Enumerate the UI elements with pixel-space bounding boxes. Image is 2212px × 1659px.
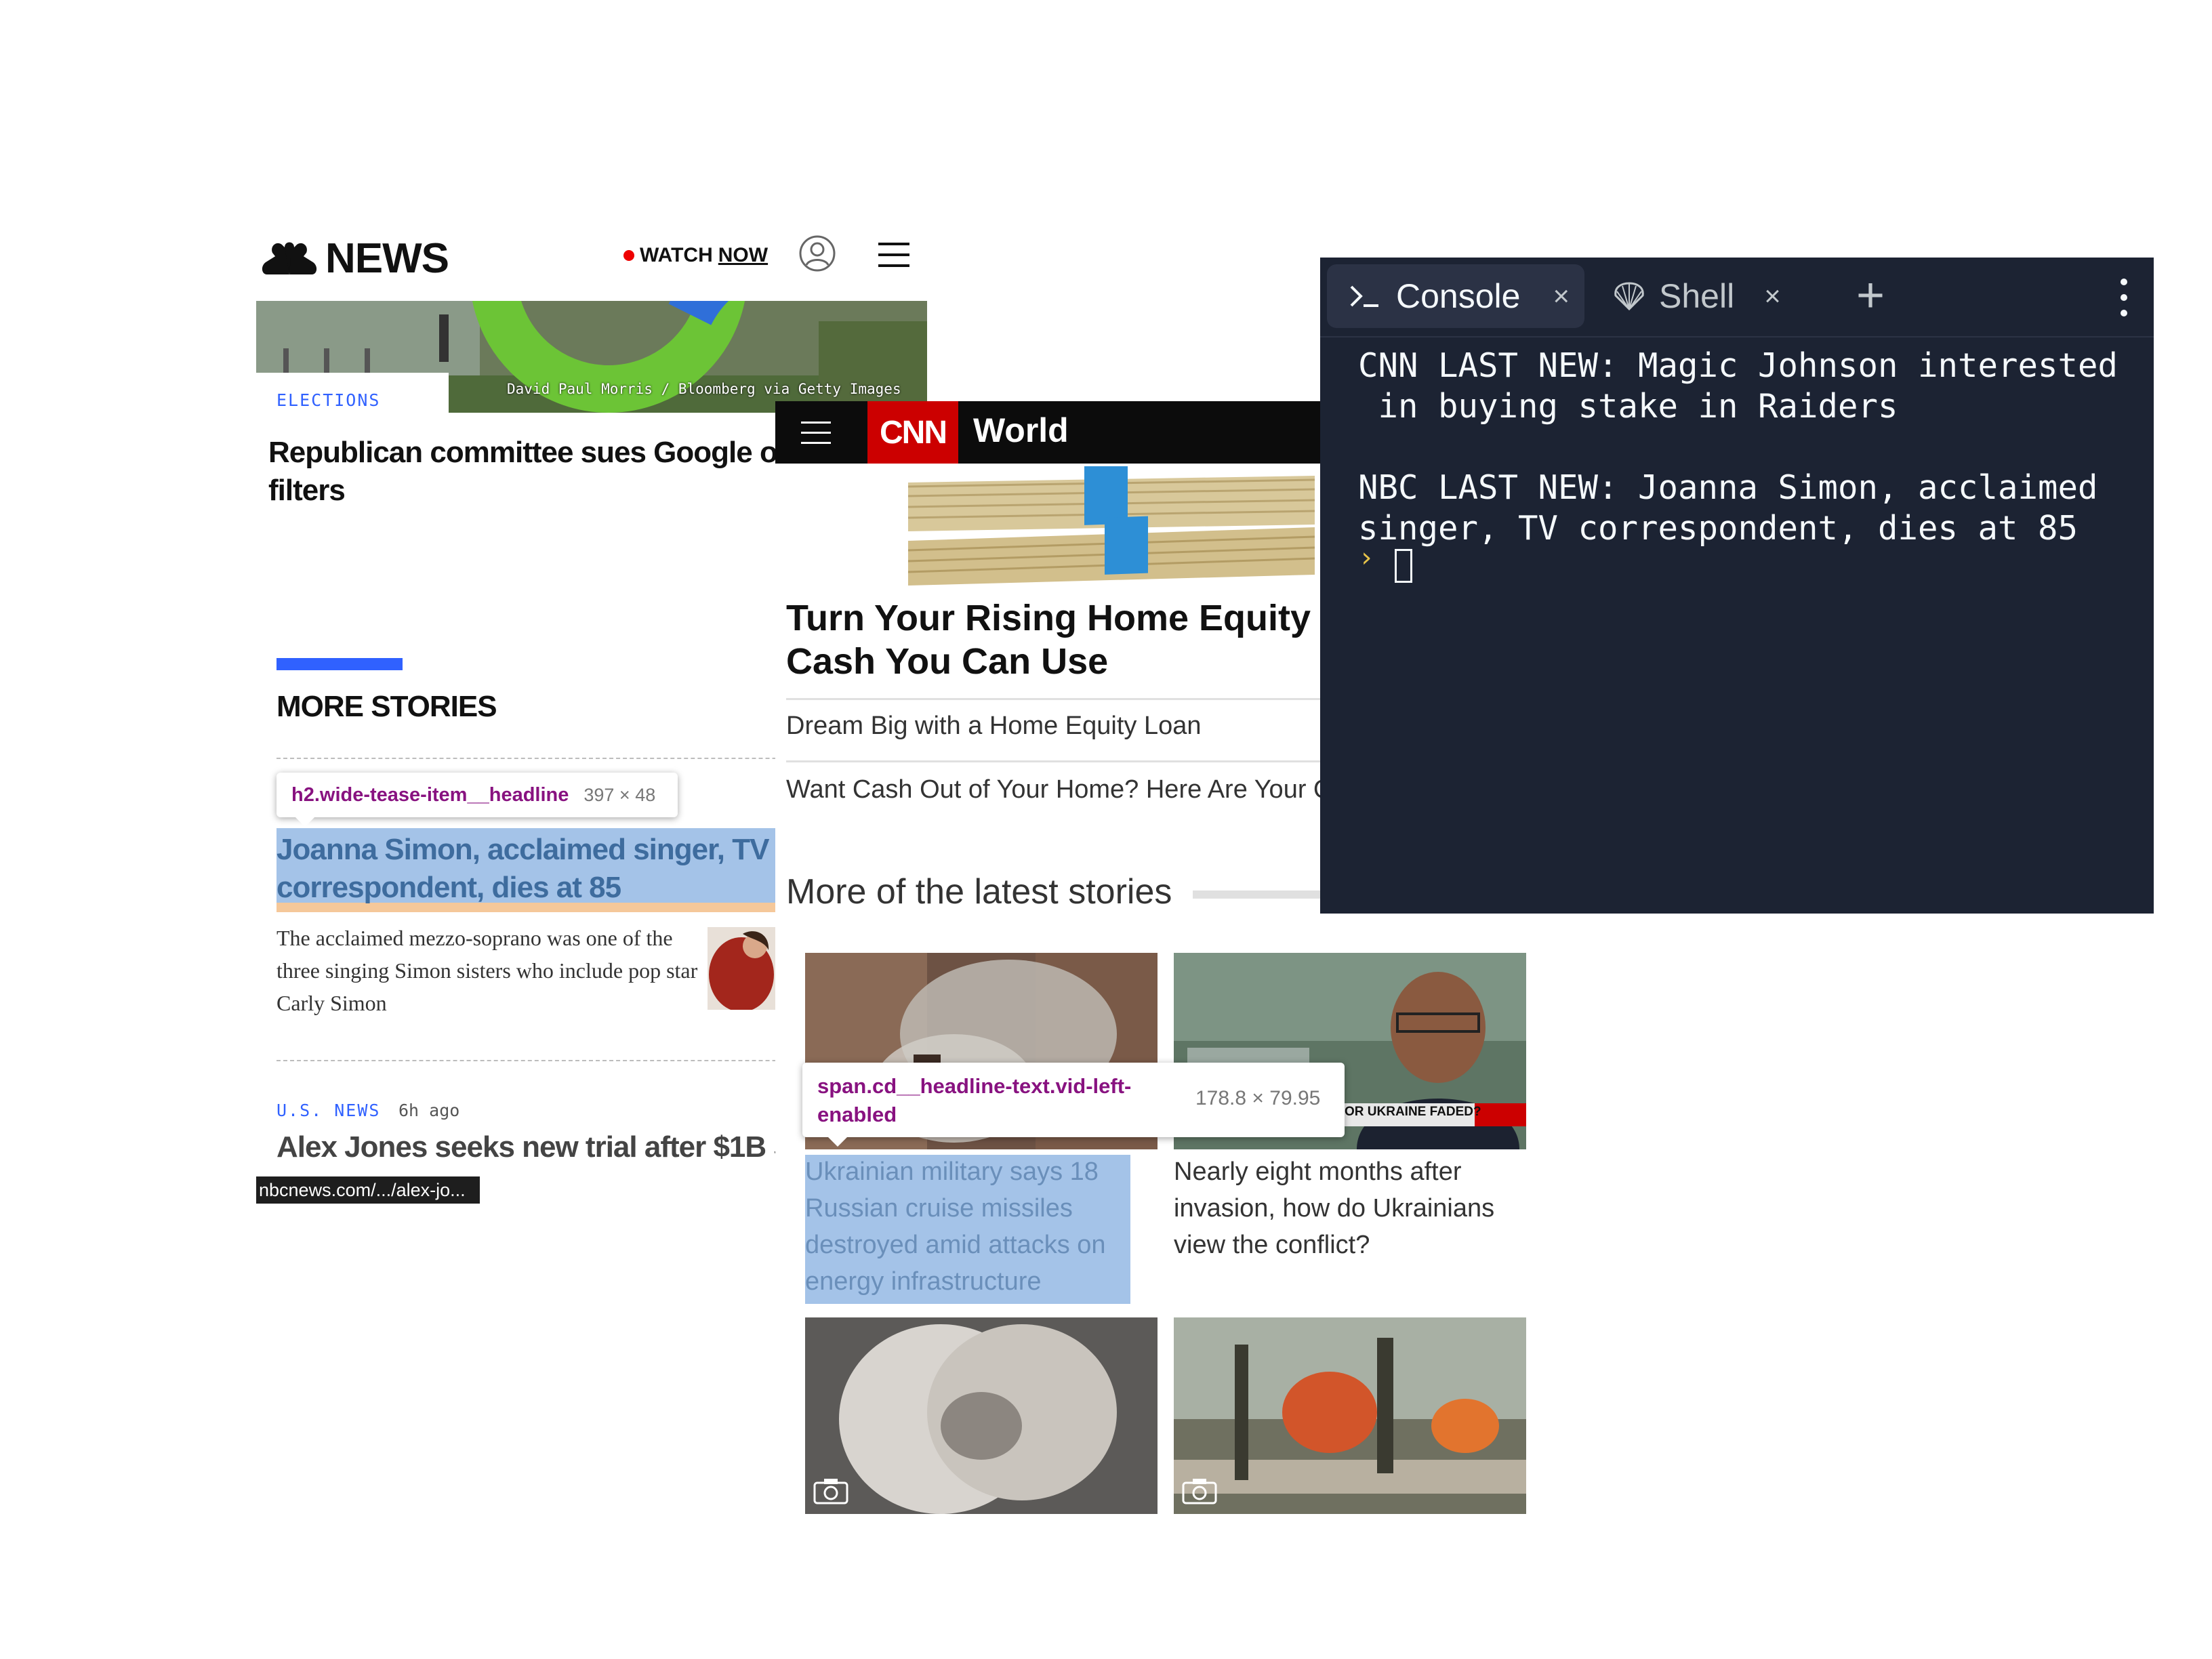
section-title[interactable]: World xyxy=(973,411,1069,450)
console-panel: Console × Shell × + CNN LAST NEW: Magic … xyxy=(1320,258,2154,914)
watch-now-link[interactable]: WATCH NOW xyxy=(623,244,768,267)
live-dot-icon xyxy=(623,250,634,261)
headline-ukrainians-view[interactable]: Nearly eight months after invasion, how … xyxy=(1174,1153,1513,1263)
peacock-icon xyxy=(262,242,317,274)
story-thumbnail[interactable] xyxy=(708,927,781,1010)
prompt-chevron-icon: › xyxy=(1358,542,1375,573)
link-status-bar: nbcnews.com/.../alex-jo... xyxy=(256,1176,480,1204)
nbc-logo[interactable]: NEWS xyxy=(260,234,449,282)
headline-ukraine-missiles[interactable]: Ukrainian military says 18 Russian cruis… xyxy=(805,1153,1144,1300)
shell-icon xyxy=(1614,282,1644,311)
more-stories-heading: More of the latest stories xyxy=(786,872,1172,912)
story-image-explosion[interactable] xyxy=(1174,1317,1526,1514)
nbc-logo-text: NEWS xyxy=(325,234,449,282)
close-tab-icon[interactable]: × xyxy=(1553,280,1570,312)
add-tab-button[interactable]: + xyxy=(1843,268,1898,323)
terminal-prompt-icon xyxy=(1350,285,1378,307)
photo-credit: David Paul Morris / Bloomberg via Getty … xyxy=(507,381,901,397)
tab-console[interactable]: Console × xyxy=(1327,264,1584,328)
console-input-cursor[interactable] xyxy=(1395,549,1412,583)
cnn-logo[interactable]: CNN xyxy=(867,401,958,464)
tooltip-selector: span.cd__headline-text.vid-left-enabled xyxy=(817,1074,1132,1126)
section-accent-bar xyxy=(276,658,403,670)
watch-now-label: NOW xyxy=(718,244,769,266)
more-options-icon[interactable] xyxy=(2110,274,2137,321)
camera-icon xyxy=(1182,1479,1217,1504)
tab-shell-label: Shell xyxy=(1659,277,1735,315)
console-output: CNN LAST NEW: Magic Johnson interested i… xyxy=(1358,346,2118,548)
us-news-label[interactable]: U.S. NEWS xyxy=(276,1101,380,1120)
explosion-photo xyxy=(1174,1317,1526,1514)
tooltip-selector: h2.wide-tease-item__headline xyxy=(291,783,569,806)
painted-kiss-photo xyxy=(805,1317,1158,1514)
tv-banner-text: OR UKRAINE FADED? xyxy=(1345,1105,1481,1119)
user-account-icon[interactable] xyxy=(798,234,836,272)
tooltip-size: 397 × 48 xyxy=(583,784,656,805)
thumbnail-photo xyxy=(708,927,781,1010)
more-stories-heading: MORE STORIES xyxy=(276,690,497,723)
console-tab-bar: Console × Shell × + xyxy=(1320,258,2154,337)
elections-label[interactable]: ELECTIONS xyxy=(276,390,380,410)
devtools-inspect-tooltip: h2.wide-tease-item__headline 397 × 48 xyxy=(276,773,678,817)
story-summary: The acclaimed mezzo-soprano was one of t… xyxy=(276,926,698,1015)
story-timestamp: 6h ago xyxy=(398,1101,460,1120)
devtools-inspect-tooltip: span.cd__headline-text.vid-left-enabled … xyxy=(802,1063,1345,1137)
tooltip-size: 178.8 × 79.95 xyxy=(1195,1087,1321,1109)
ad-link-cash-out[interactable]: Want Cash Out of Your Home? Here Are You… xyxy=(786,775,1402,804)
hamburger-menu-icon[interactable] xyxy=(877,240,911,270)
watch-label: WATCH xyxy=(640,244,713,266)
tooltip-arrow xyxy=(294,816,316,827)
nbc-header: NEWS WATCH NOW xyxy=(256,216,927,301)
ad-link-home-equity-loan[interactable]: Dream Big with a Home Equity Loan xyxy=(786,712,1202,741)
tooltip-arrow xyxy=(827,1136,848,1147)
close-tab-icon[interactable]: × xyxy=(1764,280,1781,312)
story-image-art[interactable] xyxy=(805,1317,1158,1514)
headline-joanna-simon[interactable]: Joanna Simon, acclaimed singer, TV corre… xyxy=(276,831,778,907)
camera-icon xyxy=(813,1479,848,1504)
hamburger-menu-icon[interactable] xyxy=(796,412,836,453)
tab-console-label: Console xyxy=(1396,277,1521,315)
tab-shell[interactable]: Shell × xyxy=(1612,264,1835,328)
